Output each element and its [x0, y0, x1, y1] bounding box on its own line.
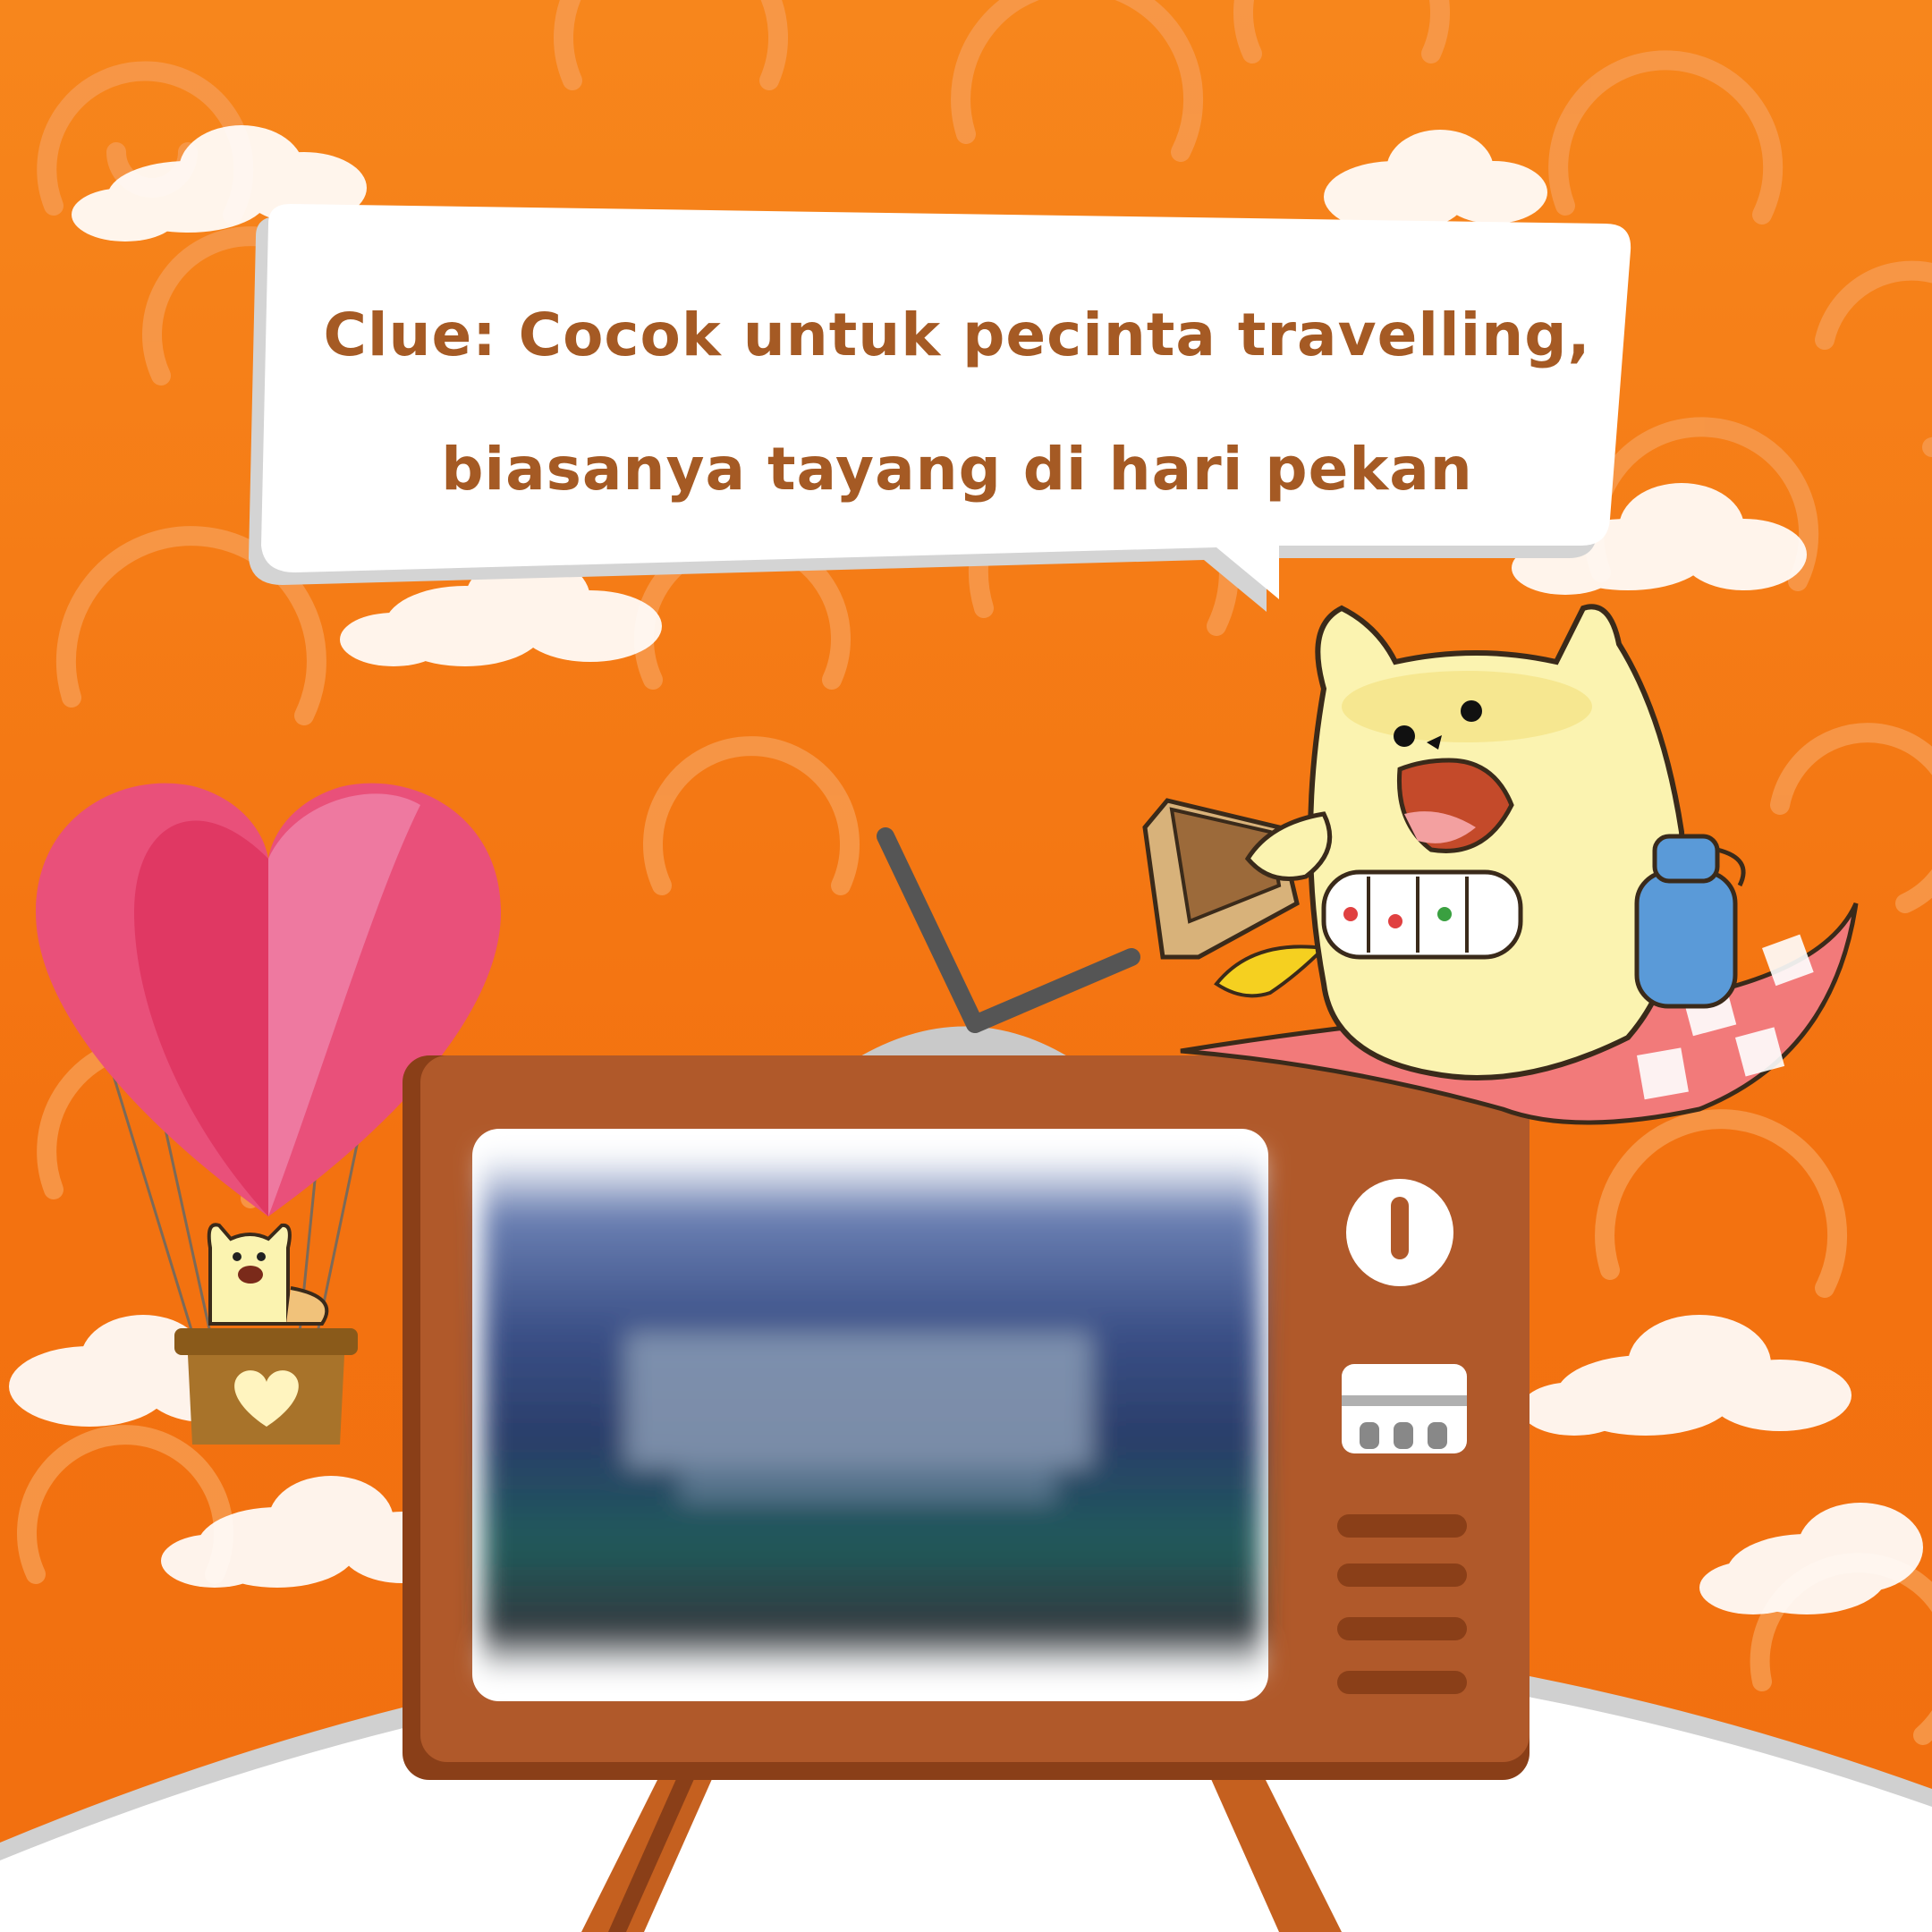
water-bottle-icon — [1634, 834, 1746, 1009]
cat-mascot-icon — [1142, 604, 1859, 1125]
page: Clue: Cocok untuk pecinta travelling, bi… — [0, 0, 1932, 1932]
tiffin-box-icon — [1321, 869, 1523, 960]
